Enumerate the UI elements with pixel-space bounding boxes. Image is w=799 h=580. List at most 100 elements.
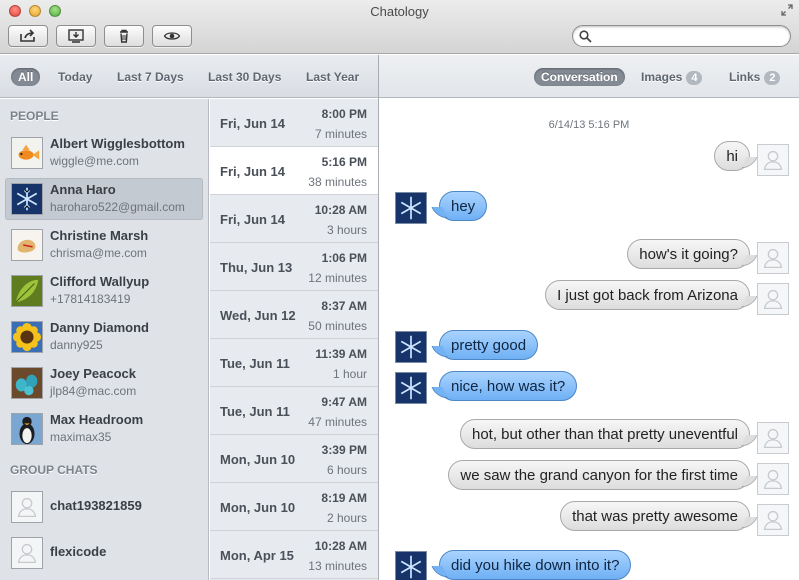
images-count-badge: 4 bbox=[686, 71, 703, 85]
person-handle: +17814183419 bbox=[50, 292, 131, 306]
date-filter-bar: All Today Last 7 Days Last 30 Days Last … bbox=[0, 55, 378, 98]
export-button[interactable] bbox=[56, 25, 96, 47]
message-bubble-received[interactable]: did you hike down into it? bbox=[439, 550, 632, 580]
filter-today[interactable]: Today bbox=[58, 68, 92, 86]
person-max-headroom[interactable]: Max Headroom maximax35 bbox=[5, 408, 203, 450]
conversation-row[interactable]: Wed, Jun 12 8:37 AM 50 minutes bbox=[210, 291, 378, 339]
person-handle: maximax35 bbox=[50, 430, 112, 444]
conversation-row[interactable]: Thu, Jun 13 1:06 PM 12 minutes bbox=[210, 243, 378, 291]
window-title: Chatology bbox=[370, 4, 429, 19]
conversation-time: 11:39 AM bbox=[315, 347, 367, 361]
conversation-duration: 12 minutes bbox=[308, 271, 367, 285]
conversation-duration: 7 minutes bbox=[314, 127, 367, 141]
person-clifford-wallyup[interactable]: Clifford Wallyup +17814183419 bbox=[5, 270, 203, 312]
trash-icon bbox=[120, 29, 128, 43]
snowflake-avatar bbox=[395, 331, 427, 363]
group-chat-flexicode[interactable]: flexicode bbox=[5, 532, 203, 574]
conversation-time: 3:39 PM bbox=[321, 443, 367, 457]
transcript-timestamp: 6/14/13 5:16 PM bbox=[548, 119, 630, 131]
message-bubble-sent[interactable]: we saw the grand canyon for the first ti… bbox=[448, 460, 750, 490]
person-anna-haro[interactable]: Anna Haro haroharo522@gmail.com bbox=[5, 178, 203, 220]
person-albert-wigglesbottom[interactable]: Albert Wigglesbottom wiggle@me.com bbox=[5, 132, 203, 174]
message-bubble-sent[interactable]: hot, but other than that pretty uneventf… bbox=[459, 419, 750, 449]
message-bubble-received[interactable]: hey bbox=[439, 191, 488, 221]
message-bubble-sent[interactable]: how's it going? bbox=[627, 239, 750, 269]
person-name: Albert Wigglesbottom bbox=[50, 136, 185, 151]
conversation-duration: 50 minutes bbox=[308, 319, 367, 333]
person-name: Christine Marsh bbox=[50, 228, 149, 243]
conversation-row[interactable]: Mon, Apr 15 10:28 AM 13 minutes bbox=[210, 531, 378, 579]
person-handle: haroharo522@gmail.com bbox=[50, 200, 185, 214]
message-bubble-received[interactable]: nice, how was it? bbox=[439, 371, 578, 401]
conversation-date: Fri, Jun 14 bbox=[220, 164, 286, 179]
eye-icon bbox=[163, 32, 181, 40]
person-handle: jlp84@mac.com bbox=[50, 384, 137, 398]
conversation-duration: 1 hour bbox=[332, 367, 367, 381]
message-bubble-sent[interactable]: hi bbox=[714, 141, 750, 171]
person-silhouette-avatar bbox=[11, 491, 43, 523]
person-name: Danny Diamond bbox=[50, 320, 149, 335]
filter-last-year[interactable]: Last Year bbox=[306, 68, 359, 86]
conversation-time: 8:00 PM bbox=[321, 107, 367, 121]
person-name: Joey Peacock bbox=[50, 366, 137, 381]
person-silhouette-icon bbox=[757, 422, 789, 454]
conversation-date: Mon, Apr 15 bbox=[220, 548, 294, 563]
snowflake-avatar bbox=[11, 183, 43, 215]
message-bubble-sent[interactable]: that was pretty awesome bbox=[560, 501, 750, 531]
search-icon bbox=[579, 30, 592, 43]
message-bubble-received[interactable]: pretty good bbox=[439, 330, 539, 360]
person-danny-diamond[interactable]: Danny Diamond danny925 bbox=[5, 316, 203, 358]
fullscreen-icon[interactable] bbox=[781, 4, 793, 16]
title-bar: Chatology bbox=[0, 0, 799, 54]
person-silhouette-icon bbox=[757, 463, 789, 495]
eggs-avatar bbox=[11, 367, 43, 399]
conversation-time: 10:28 AM bbox=[314, 203, 367, 217]
conversation-time: 5:16 PM bbox=[321, 155, 367, 169]
conversation-row[interactable]: Fri, Jun 14 5:16 PM 38 minutes bbox=[210, 147, 378, 195]
group-chat-name: chat193821859 bbox=[50, 498, 142, 513]
snowflake-avatar bbox=[395, 551, 427, 580]
share-button[interactable] bbox=[8, 25, 48, 47]
person-christine-marsh[interactable]: Christine Marsh chrisma@me.com bbox=[5, 224, 203, 266]
conversation-row[interactable]: Fri, Jun 14 8:00 PM 7 minutes bbox=[210, 99, 378, 147]
conversation-list: Fri, Jun 14 8:00 PM 7 minutes Fri, Jun 1… bbox=[210, 99, 378, 580]
conversation-row[interactable]: Mon, Jun 10 3:39 PM 6 hours bbox=[210, 435, 378, 483]
tab-links[interactable]: Links 2 bbox=[729, 68, 781, 86]
preview-button[interactable] bbox=[152, 25, 192, 47]
tab-images-label: Images bbox=[641, 70, 683, 84]
person-silhouette-icon bbox=[757, 144, 789, 176]
person-silhouette-avatar bbox=[11, 537, 43, 569]
sunflower-avatar bbox=[11, 321, 43, 353]
person-silhouette-icon bbox=[757, 283, 789, 315]
person-silhouette-icon bbox=[757, 504, 789, 536]
filter-last-7-days[interactable]: Last 7 Days bbox=[117, 68, 184, 86]
group-chat-chat193821859[interactable]: chat193821859 bbox=[5, 486, 203, 528]
conversation-row[interactable]: Tue, Jun 11 11:39 AM 1 hour bbox=[210, 339, 378, 387]
person-name: Anna Haro bbox=[50, 182, 116, 197]
tab-conversation[interactable]: Conversation bbox=[534, 68, 625, 86]
person-joey-peacock[interactable]: Joey Peacock jlp84@mac.com bbox=[5, 362, 203, 404]
message-bubble-sent[interactable]: I just got back from Arizona bbox=[545, 280, 750, 310]
search-input[interactable] bbox=[595, 28, 783, 44]
people-section-header: PEOPLE bbox=[10, 109, 59, 123]
conversation-date: Fri, Jun 14 bbox=[220, 212, 286, 227]
penguin-avatar bbox=[11, 413, 43, 445]
conversation-duration: 3 hours bbox=[326, 223, 367, 237]
conversation-time: 9:47 AM bbox=[321, 395, 367, 409]
tab-images[interactable]: Images 4 bbox=[641, 68, 703, 86]
conversation-row[interactable]: Tue, Jun 11 9:47 AM 47 minutes bbox=[210, 387, 378, 435]
filter-last-30-days[interactable]: Last 30 Days bbox=[208, 68, 281, 86]
person-name: Max Headroom bbox=[50, 412, 144, 427]
export-icon bbox=[68, 29, 84, 43]
person-name: Clifford Wallyup bbox=[50, 274, 150, 289]
person-handle: danny925 bbox=[50, 338, 103, 352]
conversation-row[interactable]: Fri, Jun 14 10:28 AM 3 hours bbox=[210, 195, 378, 243]
snowflake-avatar bbox=[395, 372, 427, 404]
tab-links-label: Links bbox=[729, 70, 761, 84]
conversation-duration: 2 hours bbox=[326, 511, 367, 525]
group-chats-section-header: GROUP CHATS bbox=[10, 463, 98, 477]
filter-all[interactable]: All bbox=[11, 68, 41, 86]
search-field[interactable] bbox=[572, 25, 791, 47]
conversation-row[interactable]: Mon, Jun 10 8:19 AM 2 hours bbox=[210, 483, 378, 531]
delete-button[interactable] bbox=[104, 25, 144, 47]
